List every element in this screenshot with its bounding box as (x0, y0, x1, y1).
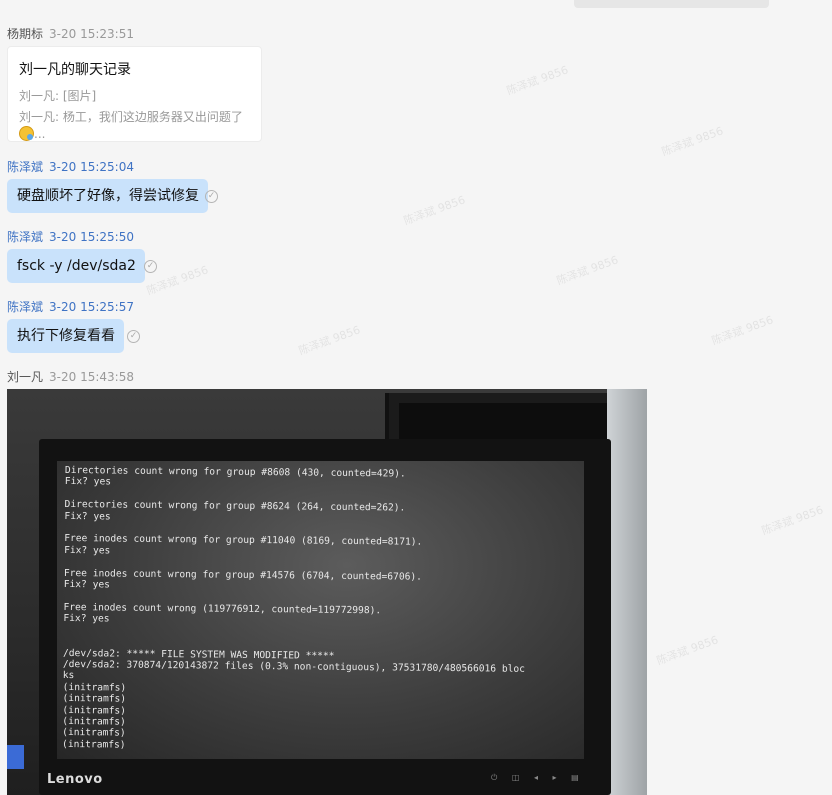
watermark: 陈泽斌 9856 (709, 313, 775, 348)
message-bubble[interactable]: 硬盘顺坏了好像，得尝试修复 (7, 179, 208, 213)
watermark: 陈泽斌 9856 (504, 63, 570, 98)
check-circle-icon[interactable]: ✓ (144, 260, 157, 273)
crying-face-icon (19, 126, 34, 141)
monitor-screen: Directories count wrong for group #8608 … (57, 461, 584, 759)
chat-record-ellipsis: ... (34, 127, 46, 141)
message-bubble[interactable]: fsck -y /dev/sda2 (7, 249, 145, 283)
watermark: 陈泽斌 9856 (659, 124, 725, 159)
message-header: 杨期标 3-20 15:23:51 (7, 25, 134, 42)
photo-right-edge (607, 389, 647, 795)
image-message[interactable]: Directories count wrong for group #8608 … (7, 389, 647, 795)
recall-notice: 陈泽斌撤回了一条消息 (574, 0, 769, 8)
chat-record-line: 刘一凡: 杨工，我们这边服务器又出问题了 (19, 110, 243, 124)
chat-record-title: 刘一凡的聊天记录 (19, 62, 131, 78)
message-time: 3-20 15:43:58 (49, 370, 134, 384)
sender-name[interactable]: 刘一凡 (7, 370, 43, 384)
message-time: 3-20 15:25:04 (49, 160, 134, 174)
monitor-brand-logo: Lenovo (47, 772, 103, 787)
message-header: 陈泽斌 3-20 15:25:04 (7, 158, 134, 175)
message-bubble[interactable]: 执行下修复看看 (7, 319, 124, 353)
sender-name[interactable]: 陈泽斌 (7, 160, 43, 174)
monitor: Directories count wrong for group #8608 … (39, 439, 611, 795)
message-header: 刘一凡 3-20 15:43:58 (7, 368, 134, 385)
message-time: 3-20 15:25:50 (49, 230, 134, 244)
watermark: 陈泽斌 9856 (654, 633, 720, 668)
message-time: 3-20 15:25:57 (49, 300, 134, 314)
message-header: 陈泽斌 3-20 15:25:57 (7, 298, 134, 315)
sender-name[interactable]: 杨期标 (7, 27, 43, 41)
sticker (7, 745, 24, 769)
terminal-output: Directories count wrong for group #8608 … (62, 465, 526, 751)
watermark: 陈泽斌 9856 (554, 253, 620, 288)
chat-record-card[interactable]: 刘一凡的聊天记录 刘一凡: [图片] 刘一凡: 杨工，我们这边服务器又出问题了 … (7, 46, 262, 142)
watermark: 陈泽斌 9856 (296, 323, 362, 358)
chat-record-line: 刘一凡: [图片] (19, 89, 97, 103)
sender-name[interactable]: 陈泽斌 (7, 300, 43, 314)
monitor-buttons: ⏻ ◫ ◂ ▸ ▤ (491, 773, 585, 782)
message-header: 陈泽斌 3-20 15:25:50 (7, 228, 134, 245)
check-circle-icon[interactable]: ✓ (205, 190, 218, 203)
sender-name[interactable]: 陈泽斌 (7, 230, 43, 244)
check-circle-icon[interactable]: ✓ (127, 330, 140, 343)
watermark: 陈泽斌 9856 (759, 503, 825, 538)
chat-record-line: ... (19, 126, 251, 141)
watermark: 陈泽斌 9856 (401, 193, 467, 228)
message-time: 3-20 15:23:51 (49, 27, 134, 41)
